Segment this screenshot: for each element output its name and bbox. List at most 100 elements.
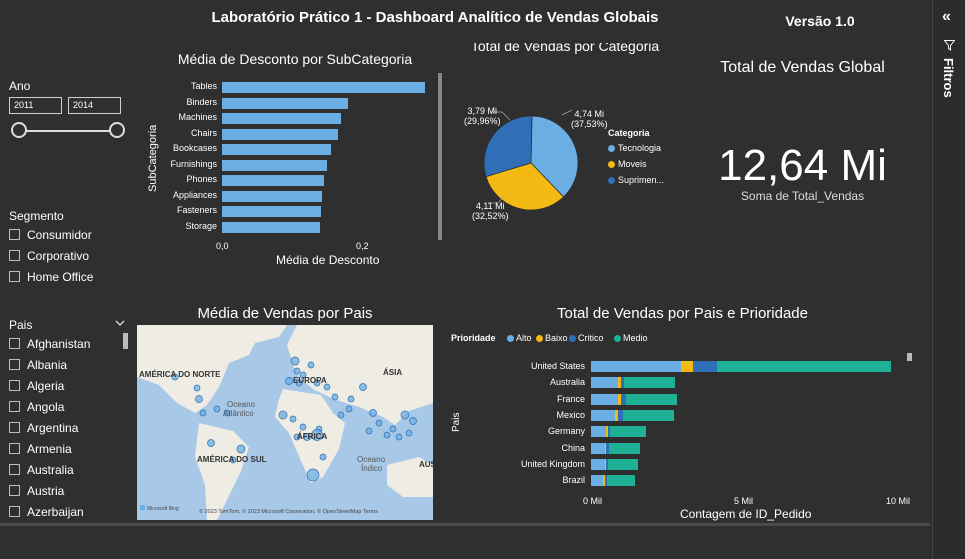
country-option[interactable]: Australia <box>9 463 74 477</box>
discount-bar[interactable] <box>222 206 322 217</box>
year-slider-track[interactable] <box>20 130 117 132</box>
priority-country-label: Australia <box>549 377 585 388</box>
discount-category-label: Machines <box>178 112 217 122</box>
country-option[interactable]: Angola <box>9 400 64 414</box>
priority-chart-x-title: Contagem de ID_Pedido <box>680 507 812 521</box>
map-bing-label: Microsoft Bing <box>147 506 179 512</box>
year-slider-end-handle[interactable] <box>109 122 125 138</box>
funnel-icon <box>944 40 955 51</box>
country-list-scrollbar[interactable] <box>123 333 128 349</box>
country-slicer-label: Pais <box>9 318 33 332</box>
priority-country-label: China <box>561 442 585 453</box>
map-chart-title: Média de Vendas por Pais <box>197 305 373 322</box>
map-label-asia: ÁSIA <box>383 368 402 377</box>
filters-label: Filtros <box>941 58 956 98</box>
priority-bar-segment[interactable] <box>591 361 681 372</box>
map-attribution[interactable]: © 2023 TomTom, © 2023 Microsoft Corporat… <box>199 508 378 515</box>
priority-bar-segment[interactable] <box>608 442 641 454</box>
discount-bar[interactable] <box>222 221 320 233</box>
discount-category-label: Phones <box>186 174 217 184</box>
priority-bar-segment[interactable] <box>591 377 618 389</box>
checkbox[interactable] <box>9 422 20 433</box>
bing-logo-icon <box>140 505 145 510</box>
priority-country-label: France <box>556 393 585 404</box>
priority-bar-segment[interactable] <box>591 458 605 470</box>
discount-bar[interactable] <box>222 82 425 93</box>
map-label-africa: ÁFRICA <box>297 432 327 441</box>
checkbox[interactable] <box>9 401 20 412</box>
map-label-north-america: AMÉRICA DO NORTE <box>139 370 221 379</box>
checkbox[interactable] <box>9 485 20 496</box>
priority-tick-1: 5 Mil <box>734 496 754 506</box>
map-label-europe: EUROPA <box>293 376 327 385</box>
discount-bar[interactable] <box>222 97 348 109</box>
filters-pane[interactable]: « Filtros <box>932 0 965 559</box>
country-option[interactable]: Austria <box>9 484 64 498</box>
discount-tick-0: 0,0 <box>216 241 229 251</box>
priority-bar-segment[interactable] <box>591 475 603 487</box>
priority-bar-segment[interactable] <box>681 361 693 372</box>
year-slider-start-handle[interactable] <box>11 122 27 138</box>
map-label-ocean-2: Atlântico <box>223 409 254 418</box>
priority-country-label: United Kingdom <box>520 458 585 469</box>
segment-option[interactable]: Home Office <box>9 270 93 284</box>
checkbox[interactable] <box>9 380 20 391</box>
double-chevron-left-icon[interactable]: « <box>942 8 951 26</box>
priority-bar-segment[interactable] <box>608 458 639 470</box>
segment-option[interactable]: Consumidor <box>9 228 92 242</box>
priority-bar-segment[interactable] <box>624 377 675 389</box>
priority-country-label: Germany <box>547 426 585 437</box>
discount-bar[interactable] <box>222 159 327 171</box>
country-option[interactable]: Afghanistan <box>9 337 90 351</box>
checkbox[interactable] <box>9 271 20 282</box>
country-option[interactable]: Azerbaijan <box>9 505 84 519</box>
year-to-input[interactable]: 2014 <box>68 97 121 114</box>
checkbox[interactable] <box>9 229 20 240</box>
discount-category-label: Chairs <box>190 127 217 138</box>
discount-bar[interactable] <box>222 190 323 202</box>
checkbox[interactable] <box>9 359 20 370</box>
priority-bar-segment[interactable] <box>591 426 606 438</box>
discount-chart-y-title: SubCategoria <box>147 124 159 192</box>
priority-bar-segment[interactable] <box>610 426 647 438</box>
priority-chart-scrollbar[interactable] <box>907 353 912 361</box>
discount-category-label: Binders <box>186 96 217 107</box>
discount-bar[interactable] <box>222 175 324 186</box>
canvas-bottom-border <box>0 523 930 526</box>
priority-bar-segment[interactable] <box>591 409 615 421</box>
discount-bar[interactable] <box>222 128 338 140</box>
map-label-south-america: AMÉRICA DO SUL <box>197 455 267 464</box>
map-label-australia: AUSTR <box>419 460 433 469</box>
priority-bar-segment[interactable] <box>622 409 674 421</box>
checkbox[interactable] <box>9 506 20 517</box>
priority-bar-segment[interactable] <box>606 475 636 487</box>
priority-bar-segment[interactable] <box>591 442 605 454</box>
map-label-ocean-1: Oceano <box>227 400 256 409</box>
discount-category-label: Tables <box>190 81 217 91</box>
priority-country-label: Mexico <box>556 409 585 420</box>
priority-bar-segment[interactable] <box>625 393 677 405</box>
country-option[interactable]: Albania <box>9 358 67 372</box>
discount-bar[interactable] <box>222 113 341 124</box>
checkbox[interactable] <box>9 464 20 475</box>
year-slicer-label: Ano <box>9 79 31 93</box>
segment-slicer-label: Segmento <box>9 209 64 223</box>
discount-chart-x-title: Média de Desconto <box>276 253 380 267</box>
priority-bar-segment[interactable] <box>717 361 891 372</box>
chevron-down-icon[interactable] <box>115 320 125 327</box>
priority-country-label: United States <box>530 361 585 371</box>
priority-bar-segment[interactable] <box>591 393 618 405</box>
checkbox[interactable] <box>9 250 20 261</box>
priority-bar-segment[interactable] <box>693 361 717 372</box>
country-option[interactable]: Argentina <box>9 421 78 435</box>
world-map[interactable]: AMÉRICA DO NORTE EUROPA ÁSIA Oceano Atlâ… <box>137 325 433 520</box>
checkbox[interactable] <box>9 443 20 454</box>
discount-category-label: Storage <box>185 220 217 231</box>
checkbox[interactable] <box>9 338 20 349</box>
country-option[interactable]: Armenia <box>9 442 72 456</box>
discount-bar[interactable] <box>222 144 331 155</box>
country-option[interactable]: Algeria <box>9 379 64 393</box>
segment-option[interactable]: Corporativo <box>9 249 89 263</box>
discount-tick-1: 0,2 <box>356 241 369 251</box>
year-from-input[interactable]: 2011 <box>9 97 62 114</box>
